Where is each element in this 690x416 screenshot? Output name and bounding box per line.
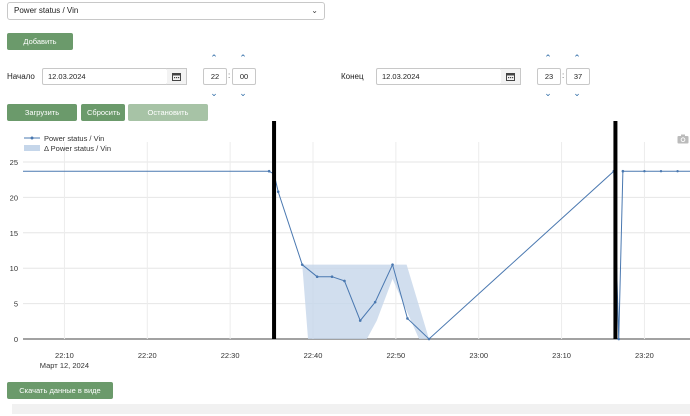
end-date-input[interactable]: 12.03.2024	[376, 68, 502, 85]
x-tick-label: 23:20	[635, 351, 654, 360]
footer-bar	[12, 404, 690, 414]
end-hour-down-icon[interactable]: ⌄	[542, 89, 554, 98]
series-point	[617, 337, 621, 341]
series-point	[276, 190, 280, 194]
calendar-icon	[172, 73, 181, 81]
series-point	[406, 317, 409, 320]
x-axis-date-label: Март 12, 2024	[40, 361, 89, 370]
legend-point-swatch	[30, 136, 34, 140]
end-minute-input[interactable]: 37	[566, 68, 590, 85]
series-point	[330, 275, 334, 278]
x-tick-label: 22:30	[221, 351, 240, 360]
start-minute-up-icon[interactable]: ⌃	[237, 54, 249, 63]
delta-band	[302, 264, 429, 339]
x-tick-label: 22:50	[386, 351, 405, 360]
start-hour-input[interactable]: 22	[203, 68, 227, 85]
calendar-icon	[506, 73, 515, 81]
series-point	[676, 170, 679, 173]
series-point	[621, 169, 625, 173]
x-tick-label: 22:20	[138, 351, 157, 360]
end-minute-down-icon[interactable]: ⌄	[571, 89, 583, 98]
start-calendar-button[interactable]	[167, 68, 187, 85]
series-point	[391, 263, 394, 266]
series-point	[373, 300, 377, 304]
series-point	[358, 319, 362, 322]
channel-select[interactable]: Power status / Vin ⌄	[7, 2, 325, 20]
end-time-colon: :	[562, 71, 565, 80]
y-tick-label: 0	[14, 335, 18, 344]
start-label: Начало	[7, 72, 35, 81]
x-tick-label: 23:00	[469, 351, 488, 360]
series-point	[643, 170, 646, 173]
start-hour-up-icon[interactable]: ⌃	[208, 54, 220, 63]
series-point	[343, 279, 346, 283]
legend-item-series: Power status / Vin	[44, 134, 104, 143]
end-minute-up-icon[interactable]: ⌃	[571, 54, 583, 63]
end-hour-input[interactable]: 23	[537, 68, 561, 85]
series-point	[315, 275, 319, 278]
legend-band-swatch	[24, 145, 40, 151]
chart-legend[interactable]: Power status / Vin Δ Power status / Vin	[24, 134, 111, 153]
end-calendar-button[interactable]	[501, 68, 521, 85]
y-tick-label: 5	[14, 300, 18, 309]
chart-svg[interactable]: 0 5 10 15 20 25 22:10 22:20 22:30 22:40 22:50 23:0…	[0, 118, 690, 380]
download-csv-button[interactable]: Скачать данные в виде CSV	[7, 382, 113, 412]
start-minute-input[interactable]: 00	[232, 68, 256, 85]
y-tick-label: 20	[10, 193, 18, 202]
start-time-colon: :	[228, 71, 231, 80]
end-label: Конец	[341, 72, 364, 81]
series-point	[427, 337, 431, 341]
chart-y-ticks: 0 5 10 15 20 25	[10, 158, 18, 344]
y-tick-label: 10	[10, 264, 18, 273]
chart-x-ticks: 22:10 22:20 22:30 22:40 22:50 23:00 23:10 23:20	[55, 351, 654, 360]
start-hour-down-icon[interactable]: ⌄	[208, 89, 220, 98]
vertical-marker	[613, 121, 618, 339]
series-point	[300, 263, 304, 266]
chevron-down-icon: ⌄	[311, 6, 318, 15]
y-tick-label: 25	[10, 158, 18, 167]
series-point	[267, 169, 271, 173]
series-point	[659, 170, 663, 173]
legend-item-delta: Δ Power status / Vin	[44, 144, 111, 153]
start-minute-down-icon[interactable]: ⌄	[237, 89, 249, 98]
add-channel-button[interactable]: Добавить канал	[7, 33, 73, 63]
x-tick-label: 22:40	[304, 351, 323, 360]
chart-band-layer	[302, 264, 429, 339]
end-hour-up-icon[interactable]: ⌃	[542, 54, 554, 63]
channel-select-value: Power status / Vin	[14, 6, 79, 15]
x-tick-label: 23:10	[552, 351, 571, 360]
y-tick-label: 15	[10, 229, 18, 238]
x-tick-label: 22:10	[55, 351, 74, 360]
vertical-marker	[272, 121, 277, 339]
start-date-input[interactable]: 12.03.2024	[42, 68, 168, 85]
